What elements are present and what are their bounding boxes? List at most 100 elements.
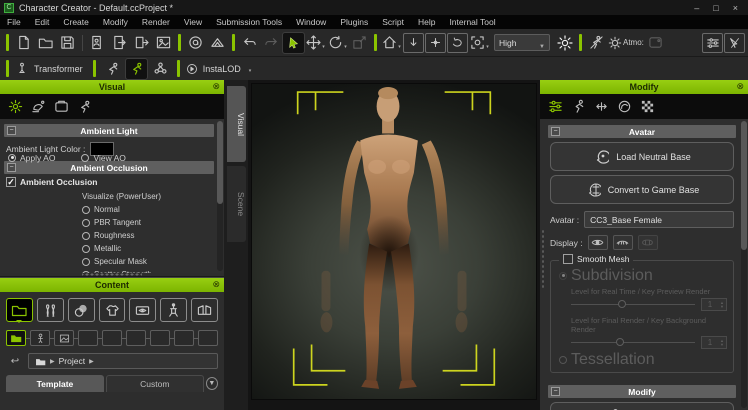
content-panel-header[interactable]: Content ⊗ xyxy=(0,278,224,292)
visualize-option-pbr-tangent[interactable]: PBR Tangent xyxy=(82,216,200,229)
spinner-arrows-icon[interactable]: ▲▼ xyxy=(718,301,726,309)
radio-icon[interactable] xyxy=(82,232,90,240)
subfolder-empty[interactable] xyxy=(78,330,98,346)
send-to-iclone-button[interactable] xyxy=(207,33,228,53)
tab-animation[interactable] xyxy=(571,99,586,114)
side-tab-scene[interactable]: Scene xyxy=(227,166,246,242)
smooth-mesh-checkbox[interactable] xyxy=(563,254,573,264)
radio-icon[interactable] xyxy=(82,271,90,274)
slider-thumb[interactable] xyxy=(616,338,624,346)
menu-item-window[interactable]: Window xyxy=(289,17,333,27)
realtime-level-spinner[interactable]: 1 ▲▼ xyxy=(701,298,727,311)
content-panel-close-icon[interactable]: ⊗ xyxy=(212,279,220,290)
content-cat-prop[interactable] xyxy=(160,298,187,322)
export-avatar-button[interactable] xyxy=(109,33,130,53)
menu-item-submission-tools[interactable]: Submission Tools xyxy=(209,17,289,27)
subfolder-character[interactable] xyxy=(30,330,50,346)
final-level-spinner[interactable]: 1 ▲▼ xyxy=(701,336,727,349)
maximize-button[interactable]: □ xyxy=(713,3,718,13)
view-ao-radio[interactable]: View AO xyxy=(81,151,125,164)
side-tab-visual[interactable]: Visual xyxy=(227,86,246,162)
subfolder-empty[interactable] xyxy=(102,330,122,346)
ambient-light-section-bar[interactable]: − Ambient Light xyxy=(4,124,214,137)
visualize-option-roughness[interactable]: Roughness xyxy=(82,229,200,242)
visual-panel-header[interactable]: Visual ⊗ xyxy=(0,80,224,94)
scale-tool-button[interactable] xyxy=(349,33,370,53)
scrollbar-thumb[interactable] xyxy=(217,121,223,204)
new-project-button[interactable] xyxy=(13,33,34,53)
display-eyelash-button[interactable] xyxy=(613,235,633,250)
transformer-button[interactable] xyxy=(15,59,29,79)
ambient-occlusion-checkbox[interactable]: ✓ xyxy=(6,177,16,187)
save-project-button[interactable] xyxy=(57,33,78,53)
viewport-3d[interactable] xyxy=(251,83,537,400)
tab-template[interactable]: Template xyxy=(6,375,104,392)
preview-camera-button[interactable] xyxy=(185,33,206,53)
frame-object-button[interactable] xyxy=(403,33,424,53)
select-tool-button[interactable] xyxy=(283,33,304,53)
close-button[interactable]: × xyxy=(733,3,738,13)
final-level-slider[interactable] xyxy=(571,342,695,343)
subfolder-project[interactable] xyxy=(6,330,26,346)
visual-panel-close-icon[interactable]: ⊗ xyxy=(212,81,220,92)
breadcrumb-back-button[interactable]: ↩ xyxy=(6,354,24,369)
background-toggle-button[interactable] xyxy=(645,33,666,53)
tab-shadow[interactable] xyxy=(54,99,69,114)
breadcrumb[interactable]: ▶ Project ▶ xyxy=(28,353,218,369)
menu-item-file[interactable]: File xyxy=(0,17,28,27)
edit-pose-button[interactable] xyxy=(102,59,123,79)
rotate-tool-button[interactable]: ▾ xyxy=(327,33,348,53)
collapse-icon[interactable]: − xyxy=(7,163,16,172)
minimize-button[interactable]: – xyxy=(694,3,699,13)
panel-splitter-handle[interactable] xyxy=(82,273,142,276)
center-view-button[interactable] xyxy=(425,33,446,53)
content-cat-avatar[interactable] xyxy=(37,298,64,322)
tab-transform[interactable] xyxy=(594,99,609,114)
tab-texture[interactable] xyxy=(640,99,655,114)
open-project-button[interactable] xyxy=(35,33,56,53)
content-cat-stage[interactable] xyxy=(191,298,218,322)
brightness-button[interactable] xyxy=(554,33,575,53)
spinner-arrows-icon[interactable]: ▲▼ xyxy=(718,339,726,347)
visualize-option-metallic[interactable]: Metallic xyxy=(82,242,200,255)
tab-attribute[interactable] xyxy=(548,99,563,114)
edit-mesh-button[interactable] xyxy=(126,59,147,79)
tessellation-radio[interactable]: Tessellation xyxy=(559,353,727,366)
skeleton-button[interactable] xyxy=(150,59,171,79)
move-tool-button[interactable]: ▾ xyxy=(305,33,326,53)
menu-item-view[interactable]: View xyxy=(177,17,209,27)
visualize-option-specular-mask[interactable]: Specular Mask xyxy=(82,255,200,268)
avatar-section-bar[interactable]: − Avatar xyxy=(548,125,736,138)
visualize-option-scatter-strength[interactable]: Scatter Strength xyxy=(82,268,200,273)
panel-drag-handle[interactable] xyxy=(541,229,545,289)
load-neutral-base-button[interactable]: Load Neutral Base xyxy=(550,142,734,171)
menu-item-help[interactable]: Help xyxy=(411,17,442,27)
radio-icon[interactable] xyxy=(559,272,567,280)
subdivision-radio[interactable]: Subdivision xyxy=(559,269,727,282)
subfolder-empty[interactable] xyxy=(198,330,218,346)
physics-toggle-button[interactable] xyxy=(586,33,607,53)
avatar-name-input[interactable] xyxy=(584,211,734,228)
radio-icon[interactable] xyxy=(559,356,567,364)
subfolder-empty[interactable] xyxy=(126,330,146,346)
tab-material[interactable] xyxy=(617,99,632,114)
quality-dropdown[interactable]: High ▼ xyxy=(494,34,550,51)
instalod-label[interactable]: InstaLOD xyxy=(203,64,241,74)
collapse-icon[interactable]: − xyxy=(7,126,16,135)
content-cat-material[interactable] xyxy=(68,298,95,322)
radio-icon[interactable] xyxy=(8,154,16,162)
gizmo-toggle-button[interactable] xyxy=(724,33,745,53)
menu-item-plugins[interactable]: Plugins xyxy=(333,17,375,27)
radio-icon[interactable] xyxy=(82,258,90,266)
pose-offset-button[interactable]: Pose Offset xyxy=(550,402,734,410)
subfolder-empty[interactable] xyxy=(174,330,194,346)
content-cat-accessory[interactable] xyxy=(129,298,156,322)
convert-to-game-base-button[interactable]: Convert to Game Base xyxy=(550,175,734,204)
content-cat-cloth[interactable] xyxy=(99,298,126,322)
visual-scrollbar[interactable] xyxy=(217,121,223,271)
atmosphere-button[interactable]: Atmo: xyxy=(608,33,644,53)
transformer-label[interactable]: Transformer xyxy=(34,64,83,74)
modify-panel-close-icon[interactable]: ⊗ xyxy=(736,81,744,92)
tab-lighting[interactable] xyxy=(31,99,46,114)
radio-icon[interactable] xyxy=(82,206,90,214)
